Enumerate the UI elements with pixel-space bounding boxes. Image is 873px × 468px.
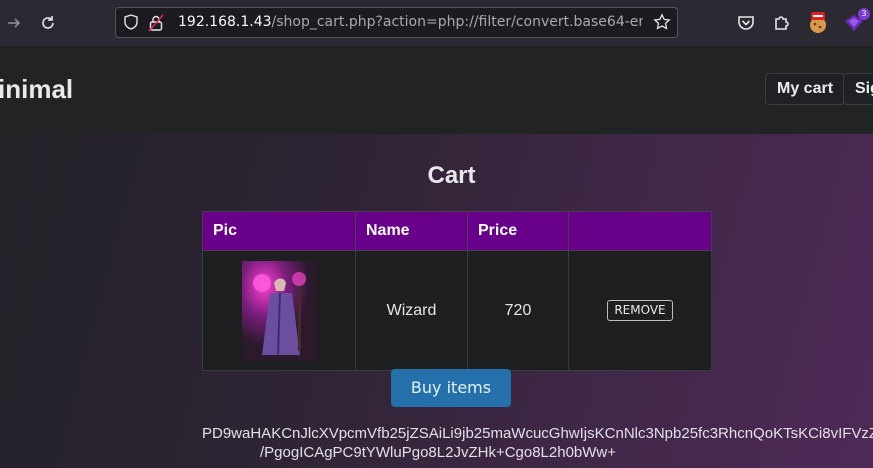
table-row: Wizard 720 REMOVE <box>202 250 712 371</box>
extension-badge: 3 <box>858 8 870 20</box>
main-content: Cart Pic Name Price Wizard 720 REMOVE Bu… <box>0 134 873 468</box>
wappalyzer-extension-icon[interactable]: 3 <box>842 8 870 35</box>
url-bar[interactable]: 192.168.1.43/shop_cart.php?action=php://… <box>115 7 678 38</box>
page-title: Cart <box>427 162 476 189</box>
wizard-product-image <box>241 260 317 361</box>
base64-output: PD9waHAKCnJlcXVpcmVfb25jZSAiLi9jb25maWcu… <box>202 424 873 462</box>
site-brand[interactable]: inimal <box>0 74 73 105</box>
url-host: 192.168.1.43 <box>178 14 272 30</box>
extensions-puzzle-icon[interactable] <box>770 11 794 35</box>
url-text[interactable]: 192.168.1.43/shop_cart.php?action=php://… <box>178 14 643 30</box>
buy-items-button[interactable]: Buy items <box>391 369 511 407</box>
column-header-pic: Pic <box>202 211 356 251</box>
insecure-lock-icon[interactable] <box>148 14 164 36</box>
table-header-row: Pic Name Price <box>202 211 712 251</box>
sign-button[interactable]: Sig <box>843 73 873 105</box>
column-header-name: Name <box>355 211 468 251</box>
column-header-action <box>568 211 712 251</box>
browser-toolbar: 192.168.1.43/shop_cart.php?action=php://… <box>0 0 873 46</box>
site-navbar: inimal My cart Sig <box>0 46 873 134</box>
cell-name: Wizard <box>355 250 468 371</box>
url-path: /shop_cart.php?action=php://filter/conve… <box>271 14 643 30</box>
column-header-price: Price <box>467 211 569 251</box>
cell-pic <box>202 250 356 371</box>
reload-icon[interactable] <box>38 13 58 33</box>
base64-line-1: PD9waHAKCnJlcXVpcmVfb25jZSAiLi9jb25maWcu… <box>202 425 873 442</box>
bookmark-star-icon[interactable] <box>653 13 671 35</box>
cell-action: REMOVE <box>568 250 712 371</box>
cart-table: Pic Name Price Wizard 720 REMOVE <box>202 211 712 371</box>
remove-button[interactable]: REMOVE <box>607 300 673 321</box>
cookie-extension-icon[interactable] <box>806 11 830 35</box>
cell-price: 720 <box>467 250 569 371</box>
pocket-icon[interactable] <box>734 11 758 35</box>
forward-icon[interactable] <box>4 13 24 33</box>
base64-line-2: /PgogICAgPC9tYWluPgo8L2JvZHk+Cgo8L2h0bWw… <box>260 444 617 461</box>
my-cart-button[interactable]: My cart <box>765 73 846 105</box>
tracking-shield-icon[interactable] <box>122 13 140 35</box>
